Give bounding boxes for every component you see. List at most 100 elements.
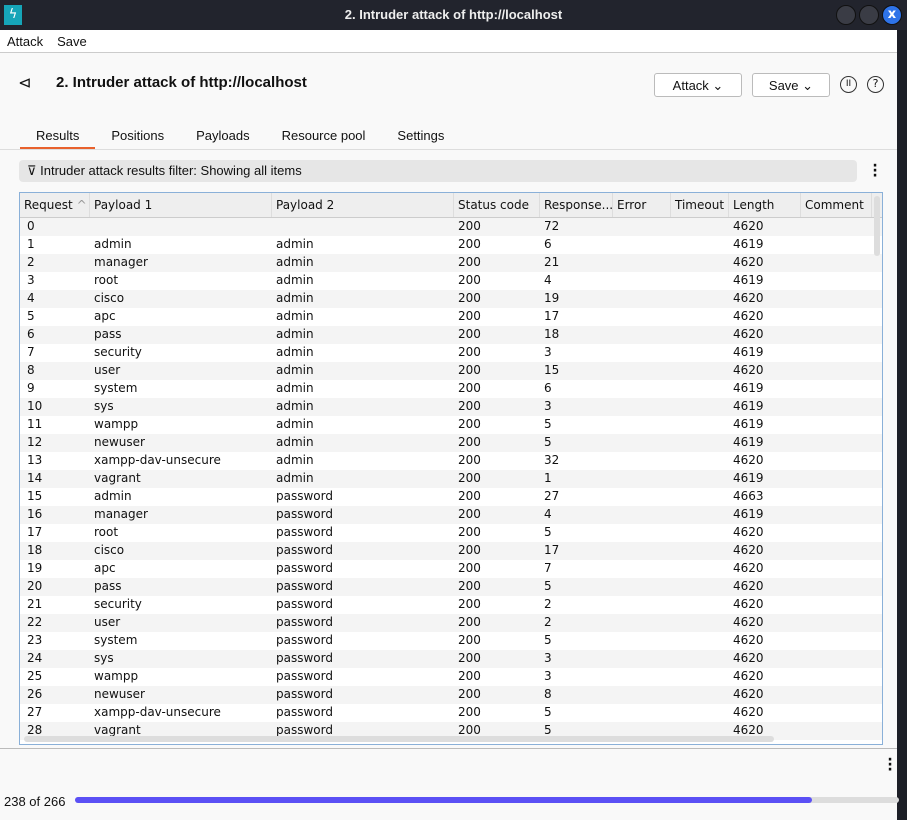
- table-cell: [671, 632, 729, 650]
- table-row[interactable]: 9 system admin 200 6 4619: [20, 380, 882, 398]
- horizontal-scrollbar[interactable]: [24, 736, 774, 742]
- tab-positions[interactable]: Positions: [95, 128, 180, 149]
- column-header-payload2[interactable]: Payload 2: [272, 193, 454, 217]
- results-filter-bar[interactable]: ⊽ Intruder attack results filter: Showin…: [19, 160, 857, 182]
- table-cell: [801, 254, 872, 272]
- table-row[interactable]: 5 apc admin 200 17 4620: [20, 308, 882, 326]
- table-cell: 200: [458, 687, 481, 701]
- table-row[interactable]: 10 sys admin 200 3 4619: [20, 398, 882, 416]
- table-row[interactable]: 8 user admin 200 15 4620: [20, 362, 882, 380]
- table-row[interactable]: 19 apc password 200 7 4620: [20, 560, 882, 578]
- table-cell: 200: [458, 345, 481, 359]
- table-cell: [613, 290, 671, 308]
- table-cell: 4620: [733, 687, 764, 701]
- table-cell: [272, 218, 454, 236]
- table-row[interactable]: 21 security password 200 2 4620: [20, 596, 882, 614]
- table-row[interactable]: 26 newuser password 200 8 4620: [20, 686, 882, 704]
- table-cell: [671, 398, 729, 416]
- column-header-length[interactable]: Length: [729, 193, 801, 217]
- table-cell: password: [276, 507, 333, 521]
- table-row[interactable]: 14 vagrant admin 200 1 4619: [20, 470, 882, 488]
- column-header-timeout[interactable]: Timeout: [671, 193, 729, 217]
- table-row[interactable]: 24 sys password 200 3 4620: [20, 650, 882, 668]
- table-row[interactable]: 3 root admin 200 4 4619: [20, 272, 882, 290]
- table-cell: 27: [27, 705, 43, 719]
- sort-ascending-icon: ^: [76, 198, 87, 212]
- menu-save[interactable]: Save: [50, 30, 94, 52]
- table-row[interactable]: 22 user password 200 2 4620: [20, 614, 882, 632]
- table-row[interactable]: 4 cisco admin 200 19 4620: [20, 290, 882, 308]
- table-cell: [613, 326, 671, 344]
- close-button[interactable]: x: [882, 5, 902, 25]
- table-cell: [671, 326, 729, 344]
- table-row[interactable]: 15 admin password 200 27 4663: [20, 488, 882, 506]
- table-row[interactable]: 17 root password 200 5 4620: [20, 524, 882, 542]
- table-row[interactable]: 1 admin admin 200 6 4619: [20, 236, 882, 254]
- table-cell: [671, 362, 729, 380]
- table-cell: [801, 596, 872, 614]
- column-header-error[interactable]: Error: [613, 193, 671, 217]
- more-options-icon[interactable]: · · ·: [871, 159, 879, 183]
- table-cell: 200: [458, 669, 481, 683]
- table-row[interactable]: 27 xampp-dav-unsecure password 200 5 4620: [20, 704, 882, 722]
- pause-icon[interactable]: II: [840, 76, 857, 93]
- table-cell: 4619: [733, 471, 764, 485]
- table-row[interactable]: 23 system password 200 5 4620: [20, 632, 882, 650]
- table-cell: 27: [544, 489, 560, 503]
- table-row[interactable]: 0 200 72 4620: [20, 218, 882, 236]
- tab-resource-pool[interactable]: Resource pool: [266, 128, 382, 149]
- table-cell: [801, 524, 872, 542]
- menu-attack[interactable]: Attack: [0, 30, 50, 52]
- table-cell: 200: [458, 435, 481, 449]
- table-row[interactable]: 7 security admin 200 3 4619: [20, 344, 882, 362]
- table-cell: [671, 452, 729, 470]
- table-cell: 6: [544, 237, 552, 251]
- table-cell: [801, 704, 872, 722]
- table-row[interactable]: 13 xampp-dav-unsecure admin 200 32 4620: [20, 452, 882, 470]
- table-cell: 4619: [733, 417, 764, 431]
- table-cell: user: [94, 615, 121, 629]
- attack-dropdown-button[interactable]: Attack ⌄: [654, 73, 742, 97]
- table-row[interactable]: 6 pass admin 200 18 4620: [20, 326, 882, 344]
- progress-bar: [75, 797, 899, 803]
- filter-text: Intruder attack results filter: Showing …: [40, 163, 302, 178]
- table-cell: 11: [27, 417, 43, 431]
- table-cell: [613, 542, 671, 560]
- tab-payloads[interactable]: Payloads: [180, 128, 265, 149]
- table-row[interactable]: 2 manager admin 200 21 4620: [20, 254, 882, 272]
- tab-settings[interactable]: Settings: [381, 128, 460, 149]
- table-cell: 4: [544, 273, 552, 287]
- table-cell: [671, 434, 729, 452]
- table-cell: [671, 344, 729, 362]
- column-header-response[interactable]: Response...: [540, 193, 613, 217]
- table-cell: 200: [458, 489, 481, 503]
- table-cell: admin: [276, 417, 314, 431]
- table-cell: 4663: [733, 489, 764, 503]
- table-cell: 200: [458, 471, 481, 485]
- column-header-status[interactable]: Status code: [454, 193, 540, 217]
- column-header-request[interactable]: Request ^: [20, 193, 90, 217]
- table-cell: 4619: [733, 435, 764, 449]
- vertical-scrollbar[interactable]: [874, 196, 880, 256]
- back-arrow-icon[interactable]: ⊲: [18, 73, 31, 92]
- tab-results[interactable]: Results: [20, 128, 96, 149]
- table-cell: 2: [544, 615, 552, 629]
- table-row[interactable]: 16 manager password 200 4 4619: [20, 506, 882, 524]
- divider: [0, 149, 897, 150]
- more-options-icon[interactable]: · · ·: [886, 753, 894, 777]
- table-row[interactable]: 12 newuser admin 200 5 4619: [20, 434, 882, 452]
- help-icon[interactable]: ?: [867, 76, 884, 93]
- table-row[interactable]: 25 wampp password 200 3 4620: [20, 668, 882, 686]
- table-cell: 9: [27, 381, 35, 395]
- table-cell: password: [276, 579, 333, 593]
- maximize-button[interactable]: [859, 5, 879, 25]
- table-row[interactable]: 18 cisco password 200 17 4620: [20, 542, 882, 560]
- table-cell: 17: [27, 525, 43, 539]
- save-dropdown-button[interactable]: Save ⌄: [752, 73, 830, 97]
- minimize-button[interactable]: [836, 5, 856, 25]
- table-row[interactable]: 11 wampp admin 200 5 4619: [20, 416, 882, 434]
- column-header-payload1[interactable]: Payload 1: [90, 193, 272, 217]
- table-row[interactable]: 20 pass password 200 5 4620: [20, 578, 882, 596]
- column-header-comment[interactable]: Comment: [801, 193, 872, 217]
- table-header: Request ^ Payload 1 Payload 2 Status cod…: [20, 193, 882, 218]
